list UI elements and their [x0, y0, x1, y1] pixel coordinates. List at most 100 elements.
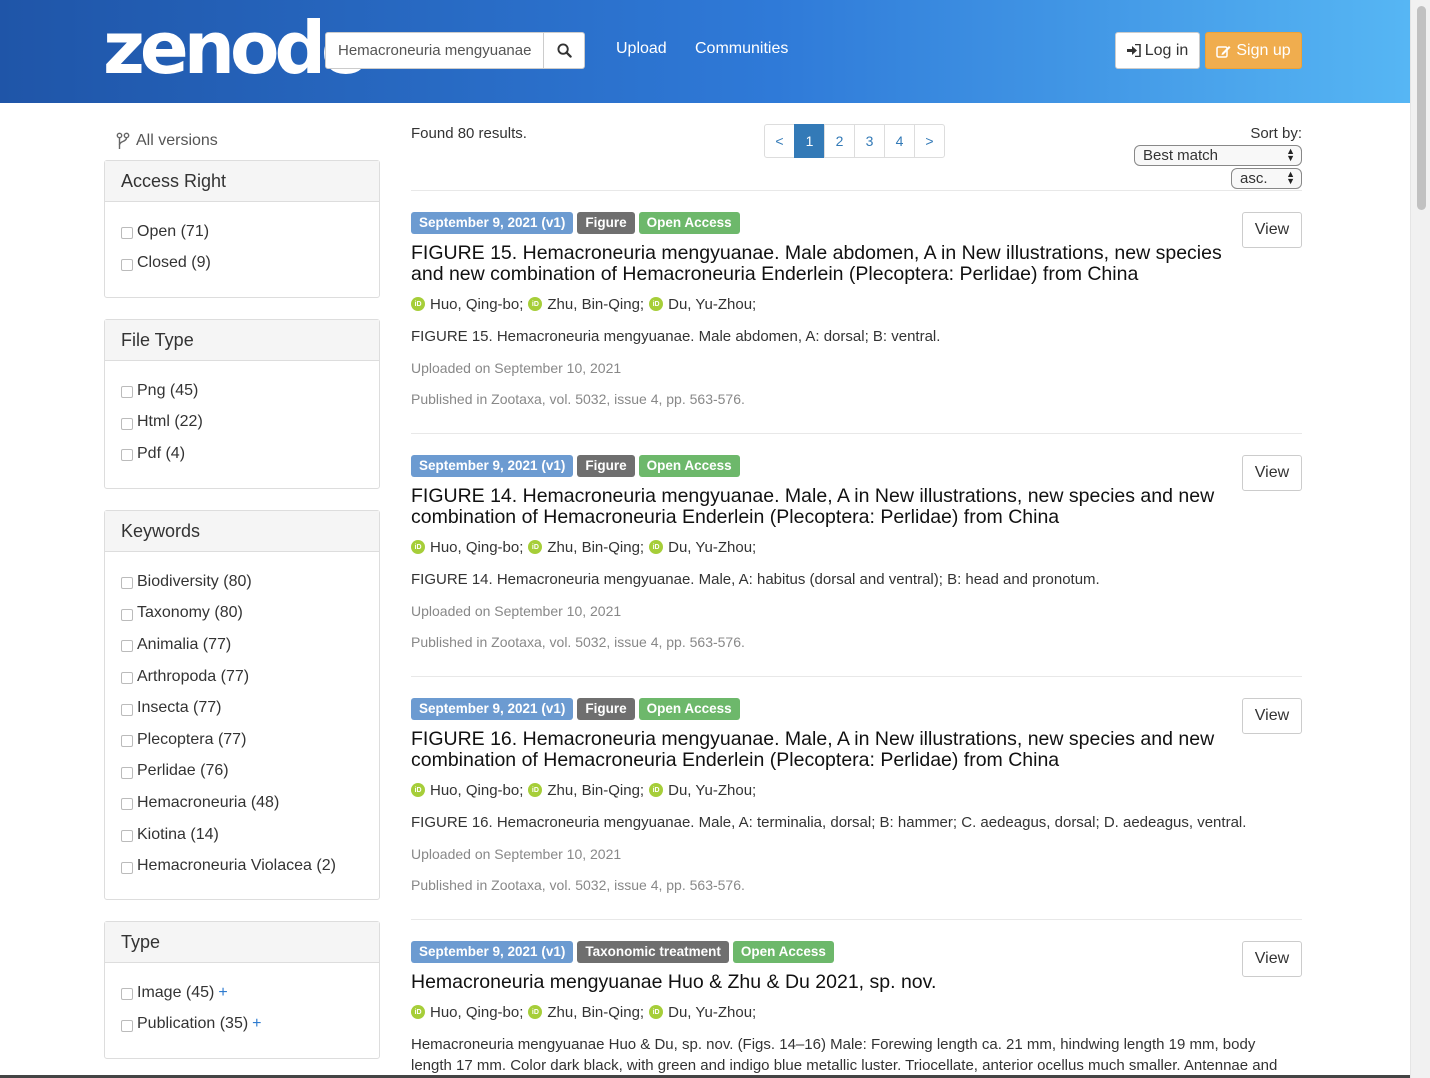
- date-badge[interactable]: September 9, 2021 (v1): [411, 212, 574, 234]
- view-button[interactable]: View: [1242, 941, 1302, 977]
- facet-type: Type Image (45) + Publication (35) +: [104, 921, 380, 1059]
- facet-title: Keywords: [105, 511, 379, 552]
- checkbox[interactable]: [121, 1019, 133, 1032]
- result-title-link[interactable]: FIGURE 16. Hemacroneuria mengyuanae. Mal…: [411, 729, 1231, 771]
- view-button[interactable]: View: [1242, 455, 1302, 491]
- facet-option-publication[interactable]: Publication (35) +: [121, 1009, 363, 1041]
- orcid-icon[interactable]: iD: [528, 297, 543, 311]
- checkbox[interactable]: [121, 577, 133, 590]
- expand-plus-icon[interactable]: +: [252, 1015, 261, 1033]
- checkbox[interactable]: [121, 449, 133, 462]
- page-2-button[interactable]: 2: [824, 124, 855, 158]
- facet-option-hemacroneuria[interactable]: Hemacroneuria (48): [121, 787, 363, 819]
- orcid-icon[interactable]: iD: [528, 1005, 543, 1019]
- checkbox[interactable]: [121, 608, 133, 621]
- page-next-button[interactable]: >: [914, 124, 945, 158]
- facet-option-plecoptera[interactable]: Plecoptera (77): [121, 724, 363, 756]
- search-input[interactable]: [325, 32, 544, 69]
- checkbox[interactable]: [121, 798, 133, 811]
- sign-in-icon: [1126, 44, 1141, 57]
- orcid-icon[interactable]: iD: [649, 783, 664, 797]
- facet-option-hemacroneuria-violacea[interactable]: Hemacroneuria Violacea (2): [121, 850, 363, 882]
- date-badge[interactable]: September 9, 2021 (v1): [411, 698, 574, 720]
- order-select[interactable]: asc. ▲ ▼: [1231, 168, 1302, 189]
- result-title-link[interactable]: Hemacroneuria mengyuanae Huo & Zhu & Du …: [411, 972, 1231, 993]
- type-badge[interactable]: Figure: [577, 698, 635, 720]
- orcid-icon[interactable]: iD: [649, 1005, 664, 1019]
- nav-upload-link[interactable]: Upload: [616, 40, 667, 58]
- author-name: Zhu, Bin-Qing;: [547, 538, 645, 556]
- nav-communities-link[interactable]: Communities: [695, 40, 788, 58]
- scrollbar-thumb[interactable]: [1417, 6, 1426, 210]
- author-name: Du, Yu-Zhou;: [668, 295, 757, 313]
- facet-option-label: Hemacroneuria Violacea (2): [137, 857, 336, 875]
- page-scrollbar[interactable]: [1410, 0, 1430, 1078]
- facet-option-label: Image (45): [137, 983, 215, 1001]
- orcid-icon[interactable]: iD: [411, 1005, 425, 1019]
- author-name: Zhu, Bin-Qing;: [547, 781, 645, 799]
- page-3-button[interactable]: 3: [854, 124, 885, 158]
- page-1-button[interactable]: 1: [794, 124, 825, 158]
- login-button[interactable]: Log in: [1115, 32, 1200, 69]
- type-badge[interactable]: Taxonomic treatment: [577, 941, 729, 963]
- facet-option-kiotina[interactable]: Kiotina (14): [121, 819, 363, 851]
- facet-option-label: Animalia (77): [137, 635, 232, 653]
- orcid-icon[interactable]: iD: [649, 297, 664, 311]
- orcid-icon[interactable]: iD: [411, 540, 425, 554]
- checkbox[interactable]: [121, 735, 133, 748]
- facet-option-insecta[interactable]: Insecta (77): [121, 692, 363, 724]
- sort-select[interactable]: Best match ▲ ▼: [1134, 145, 1302, 166]
- facet-option-biodiversity[interactable]: Biodiversity (80): [121, 566, 363, 598]
- expand-plus-icon[interactable]: +: [218, 984, 227, 1002]
- facet-option-taxonomy[interactable]: Taxonomy (80): [121, 598, 363, 630]
- facet-option-arthropoda[interactable]: Arthropoda (77): [121, 661, 363, 693]
- author-name: Du, Yu-Zhou;: [668, 781, 757, 799]
- signup-button[interactable]: Sign up: [1205, 32, 1302, 69]
- view-button[interactable]: View: [1242, 212, 1302, 248]
- facet-option-closed[interactable]: Closed (9): [121, 248, 363, 280]
- orcid-icon[interactable]: iD: [411, 783, 425, 797]
- type-badge[interactable]: Figure: [577, 455, 635, 477]
- checkbox[interactable]: [121, 703, 133, 716]
- facet-option-perlidae[interactable]: Perlidae (76): [121, 756, 363, 788]
- facet-option-image[interactable]: Image (45) +: [121, 977, 363, 1009]
- facet-option-open[interactable]: Open (71): [121, 216, 363, 248]
- facet-option-html[interactable]: Html (22): [121, 407, 363, 439]
- page-4-button[interactable]: 4: [884, 124, 915, 158]
- checkbox[interactable]: [121, 830, 133, 843]
- facet-option-pdf[interactable]: Pdf (4): [121, 438, 363, 470]
- orcid-icon[interactable]: iD: [528, 783, 543, 797]
- facet-option-animalia[interactable]: Animalia (77): [121, 629, 363, 661]
- all-versions-link[interactable]: All versions: [116, 132, 218, 150]
- checkbox[interactable]: [121, 640, 133, 653]
- result-title-link[interactable]: FIGURE 15. Hemacroneuria mengyuanae. Mal…: [411, 243, 1231, 285]
- facet-option-label: Biodiversity (80): [137, 572, 252, 590]
- checkbox[interactable]: [121, 417, 133, 430]
- checkbox[interactable]: [121, 861, 133, 874]
- page-prev-button[interactable]: <: [764, 124, 795, 158]
- access-badge[interactable]: Open Access: [638, 698, 740, 720]
- branch-icon: [116, 132, 130, 149]
- checkbox[interactable]: [121, 386, 133, 399]
- access-badge[interactable]: Open Access: [638, 212, 740, 234]
- divider: [411, 919, 1302, 920]
- result-uploaded: Uploaded on September 10, 2021: [411, 603, 622, 619]
- checkbox[interactable]: [121, 672, 133, 685]
- orcid-icon[interactable]: iD: [411, 297, 425, 311]
- search-button[interactable]: [544, 32, 585, 69]
- orcid-icon[interactable]: iD: [528, 540, 543, 554]
- result-title-link[interactable]: FIGURE 14. Hemacroneuria mengyuanae. Mal…: [411, 486, 1231, 528]
- checkbox[interactable]: [121, 227, 133, 240]
- facet-option-png[interactable]: Png (45): [121, 375, 363, 407]
- author-name: Huo, Qing-bo;: [430, 538, 524, 556]
- orcid-icon[interactable]: iD: [649, 540, 664, 554]
- access-badge[interactable]: Open Access: [732, 941, 834, 963]
- checkbox[interactable]: [121, 258, 133, 271]
- type-badge[interactable]: Figure: [577, 212, 635, 234]
- checkbox[interactable]: [121, 766, 133, 779]
- date-badge[interactable]: September 9, 2021 (v1): [411, 455, 574, 477]
- date-badge[interactable]: September 9, 2021 (v1): [411, 941, 574, 963]
- checkbox[interactable]: [121, 988, 133, 1001]
- access-badge[interactable]: Open Access: [638, 455, 740, 477]
- view-button[interactable]: View: [1242, 698, 1302, 734]
